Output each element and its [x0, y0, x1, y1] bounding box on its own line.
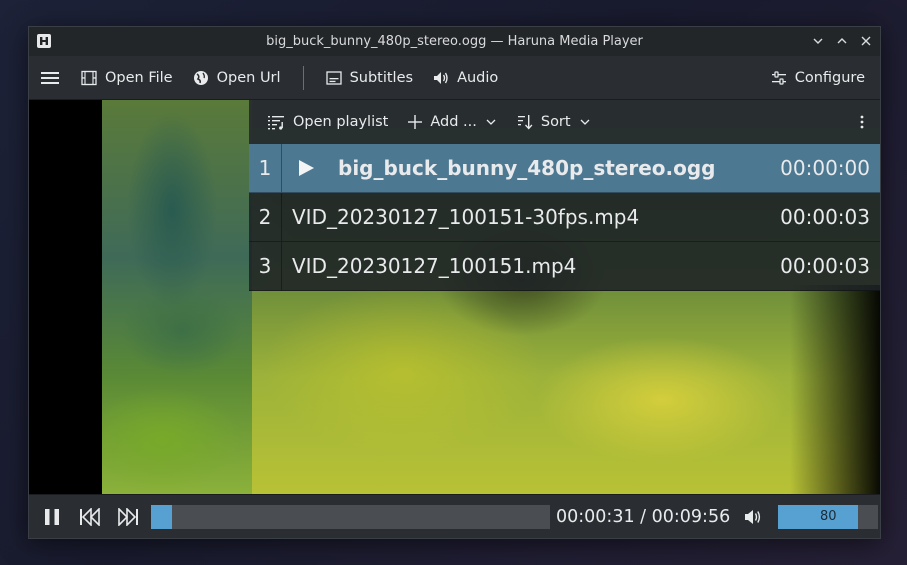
- sort-icon: [517, 115, 533, 130]
- volume-slider[interactable]: 80: [778, 504, 879, 529]
- playlist-item[interactable]: 1 big_buck_bunny_480p_stereo.ogg 00:00:0…: [249, 144, 880, 193]
- hamburger-icon: [41, 71, 59, 84]
- playlist-item[interactable]: 3 VID_20230127_100151.mp4 00:00:03: [249, 242, 880, 291]
- add-button[interactable]: Add ...: [398, 100, 507, 144]
- pause-button[interactable]: [33, 495, 71, 538]
- title-bar: big_buck_bunny_480p_stereo.ogg — Haruna …: [29, 27, 880, 56]
- volume-icon[interactable]: [744, 508, 766, 526]
- volume-value: 80: [819, 509, 837, 524]
- plus-icon: [408, 115, 423, 129]
- open-file-button[interactable]: Open File: [71, 56, 183, 99]
- open-file-label: Open File: [105, 69, 173, 86]
- toolbar-separator: [302, 65, 304, 90]
- video-scene: [102, 100, 252, 496]
- main-toolbar: Open File Open Url Subtitles Audio Confi…: [29, 56, 880, 100]
- chevron-down-icon[interactable]: [808, 31, 828, 51]
- playlist-item-duration: 00:00:00: [780, 156, 870, 180]
- subtitles-button[interactable]: Subtitles: [316, 56, 424, 99]
- open-playlist-button[interactable]: Open playlist: [257, 100, 398, 144]
- skip-back-icon: [80, 507, 100, 526]
- playlist-item-index: 2: [249, 193, 282, 241]
- open-playlist-label: Open playlist: [293, 114, 389, 130]
- playlist-panel: Open playlist Add ... Sort 1 big_buck_bu…: [249, 100, 880, 317]
- kebab-menu-icon: [860, 115, 864, 129]
- playlist-list: 1 big_buck_bunny_480p_stereo.ogg 00:00:0…: [249, 144, 880, 291]
- haruna-window: big_buck_bunny_480p_stereo.ogg — Haruna …: [28, 26, 881, 539]
- playlist-item-duration: 00:00:03: [780, 205, 870, 229]
- open-url-label: Open Url: [216, 69, 281, 86]
- sort-button[interactable]: Sort: [507, 100, 601, 144]
- add-label: Add ...: [430, 114, 477, 130]
- maximize-icon[interactable]: [832, 31, 852, 51]
- audio-label: Audio: [457, 69, 499, 86]
- speaker-icon: [434, 71, 448, 84]
- timecode: 00:00:31 / 00:09:56: [556, 506, 731, 527]
- playback-controls: 00:00:31 / 00:09:56 80: [29, 494, 880, 538]
- playlist-item-index: 3: [249, 242, 282, 290]
- play-icon: [296, 158, 316, 178]
- open-url-button[interactable]: Open Url: [183, 56, 291, 99]
- next-button[interactable]: [109, 495, 147, 538]
- seek-slider-progress: [151, 504, 172, 529]
- playlist-item-name: VID_20230127_100151.mp4: [292, 254, 577, 278]
- close-icon[interactable]: [856, 31, 876, 51]
- window-title: big_buck_bunny_480p_stereo.ogg — Haruna …: [266, 34, 643, 49]
- playlist-icon: [268, 116, 284, 130]
- playlist-item-duration: 00:00:03: [780, 254, 870, 278]
- sliders-icon: [771, 70, 786, 85]
- film-icon: [81, 70, 97, 85]
- subtitles-icon: [325, 70, 342, 85]
- playlist-item-name: VID_20230127_100151-30fps.mp4: [292, 205, 640, 229]
- sort-label: Sort: [540, 114, 571, 130]
- configure-button[interactable]: Configure: [761, 56, 880, 99]
- chevron-down-icon: [486, 119, 496, 125]
- globe-icon: [193, 70, 208, 85]
- audio-button[interactable]: Audio: [423, 56, 508, 99]
- subtitles-label: Subtitles: [349, 69, 414, 86]
- playlist-item-index: 1: [249, 144, 282, 192]
- playlist-menu-button[interactable]: [842, 100, 880, 144]
- chevron-down-icon: [580, 119, 590, 125]
- playlist-toolbar: Open playlist Add ... Sort: [249, 100, 880, 144]
- pause-icon: [45, 508, 59, 525]
- previous-button[interactable]: [71, 495, 109, 538]
- skip-forward-icon: [118, 507, 138, 526]
- playlist-item-name: big_buck_bunny_480p_stereo.ogg: [338, 156, 716, 180]
- configure-label: Configure: [794, 69, 865, 86]
- hamburger-menu-button[interactable]: [29, 56, 71, 99]
- playlist-item[interactable]: 2 VID_20230127_100151-30fps.mp4 00:00:03: [249, 193, 880, 242]
- seek-slider[interactable]: [151, 504, 550, 529]
